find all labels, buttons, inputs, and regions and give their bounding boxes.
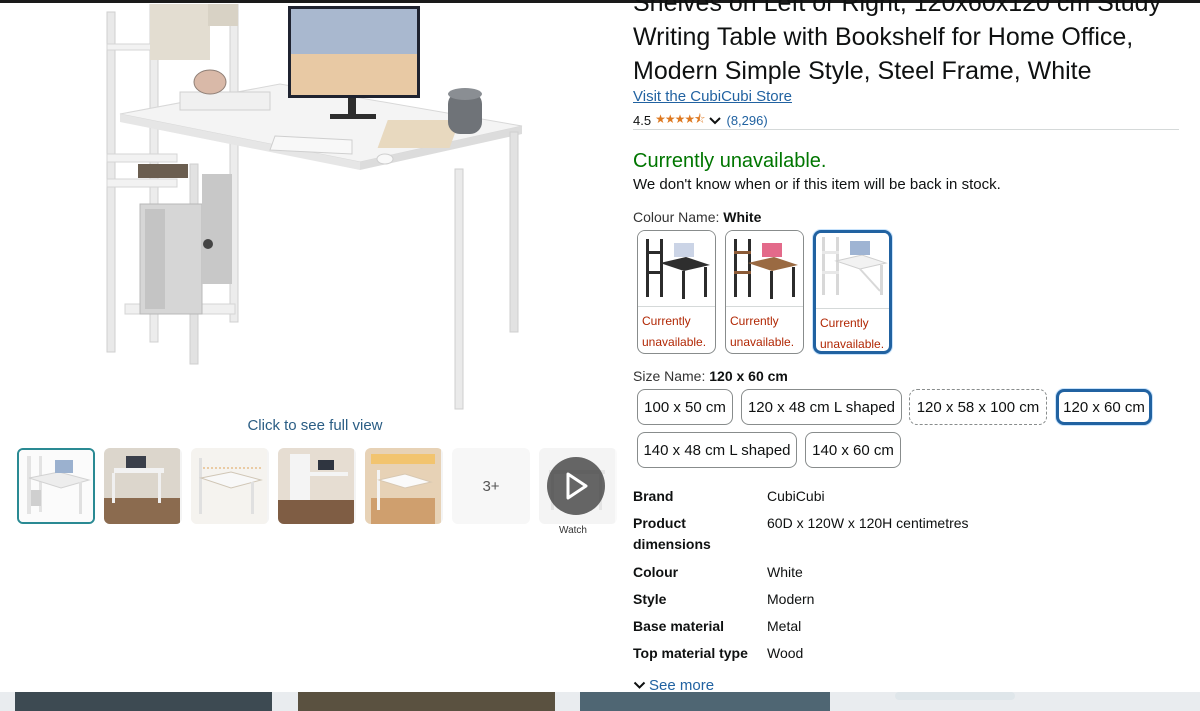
size-option-100x50[interactable]: 100 x 50 cm (637, 389, 733, 425)
related-image-2[interactable] (298, 692, 555, 711)
status-line-1: Currently (642, 314, 691, 328)
spec-value: CubiCubi (767, 488, 825, 504)
rating-value: 4.5 (633, 113, 652, 128)
rating-stars-icon[interactable]: ★★★★⯪ (655, 110, 705, 131)
status-line-2: unavailable. (820, 337, 885, 351)
thumbnail-1[interactable] (17, 448, 95, 524)
chevron-down-icon[interactable] (708, 116, 722, 126)
size-label-text: Size Name: (633, 368, 710, 384)
thumbnail-image (278, 448, 354, 524)
store-link[interactable]: Visit the CubiCubi Store (633, 88, 792, 105)
more-thumbnails-button[interactable]: 3+ (452, 448, 530, 524)
thumbnail-image (19, 450, 93, 522)
divider (633, 129, 1179, 130)
spec-key: Top material type (633, 645, 748, 661)
rating-row: 4.5 ★★★★⯪ (8,296) (633, 110, 768, 131)
thumbnail-image (104, 448, 180, 524)
status-line-2: unavailable. (642, 335, 707, 349)
spec-key: Brand (633, 488, 674, 504)
white-desk-image (822, 237, 888, 295)
colour-swatches: Currently unavailable. Currently unavail… (637, 230, 892, 354)
thumbnail-5[interactable] (365, 448, 443, 524)
stock-note: We don't know when or if this item will … (633, 176, 1001, 193)
status-line-1: Currently (730, 314, 779, 328)
spec-value: Modern (767, 591, 815, 607)
main-product-image[interactable] (90, 3, 540, 412)
spec-key: Base material (633, 618, 725, 634)
play-triangle (566, 472, 588, 500)
footer-control[interactable] (895, 692, 1015, 700)
size-option-140x60[interactable]: 140 x 60 cm (805, 432, 901, 468)
title-line-2: Writing Table with Bookshelf for Home Of… (633, 23, 1134, 51)
swatch-status: Currently unavailable. (816, 309, 889, 351)
related-image-1[interactable] (15, 692, 272, 711)
swatch-status: Currently unavailable. (638, 307, 715, 353)
spec-key: Product dimensions (633, 515, 711, 552)
swatch-image (726, 231, 803, 307)
size-option-140x48-l-shaped[interactable]: 140 x 48 cm L shaped (637, 432, 797, 468)
colour-option-black[interactable]: Currently unavailable. (637, 230, 716, 354)
thumbnail-2[interactable] (104, 448, 182, 524)
colour-selected-value: White (723, 209, 762, 225)
spec-key: Colour (633, 564, 679, 580)
size-option-120x48-l-shaped[interactable]: 120 x 48 cm L shaped (741, 389, 902, 425)
full-view-link[interactable]: Click to see full view (240, 417, 390, 434)
spec-value: Metal (767, 618, 802, 634)
thumbnail-image (191, 448, 267, 524)
watch-label: Watch (559, 525, 587, 536)
thumbnail-image (365, 448, 441, 524)
size-label: Size Name: 120 x 60 cm (633, 368, 788, 384)
availability-status: Currently unavailable. (633, 150, 827, 172)
status-line-1: Currently (820, 316, 869, 330)
thumbnail-3[interactable] (191, 448, 269, 524)
colour-label: Colour Name: White (633, 209, 761, 225)
title-line-1: Shelves on Left or Right, 120x60x120 cm … (633, 0, 1162, 17)
size-option-120x60[interactable]: 120 x 60 cm (1056, 389, 1152, 425)
thumbnail-4[interactable] (278, 448, 356, 524)
spec-value: 60D x 120W x 120H centimetres (767, 515, 969, 531)
spec-value: Wood (767, 645, 804, 661)
chevron-down-icon (633, 681, 646, 689)
review-count-link[interactable]: (8,296) (726, 113, 767, 128)
swatch-status: Currently unavailable. (726, 307, 803, 353)
video-thumbnail[interactable] (539, 448, 617, 524)
desk-illustration (106, 3, 523, 410)
title-line-3: Modern Simple Style, Steel Frame, White (633, 57, 1092, 85)
colour-label-text: Colour Name: (633, 209, 724, 225)
related-image-3[interactable] (580, 692, 830, 711)
size-selected-value: 120 x 60 cm (709, 368, 788, 384)
status-line-2: unavailable. (730, 335, 795, 349)
thumbnail-strip: 3+ (17, 448, 617, 524)
swatch-image (638, 231, 715, 307)
play-icon[interactable] (547, 457, 605, 515)
colour-option-white[interactable]: Currently unavailable. (813, 230, 892, 354)
black-desk-image (646, 239, 710, 299)
brown-desk-image (734, 239, 798, 299)
product-title: Shelves on Left or Right, 120x60x120 cm … (633, 0, 1193, 88)
swatch-image (816, 233, 889, 309)
spec-value: White (767, 564, 803, 580)
spec-key: Style (633, 591, 667, 607)
size-option-120x58x100[interactable]: 120 x 58 x 100 cm (909, 389, 1047, 425)
bottom-content-strip (0, 692, 1200, 711)
colour-option-rustic-brown[interactable]: Currently unavailable. (725, 230, 804, 354)
